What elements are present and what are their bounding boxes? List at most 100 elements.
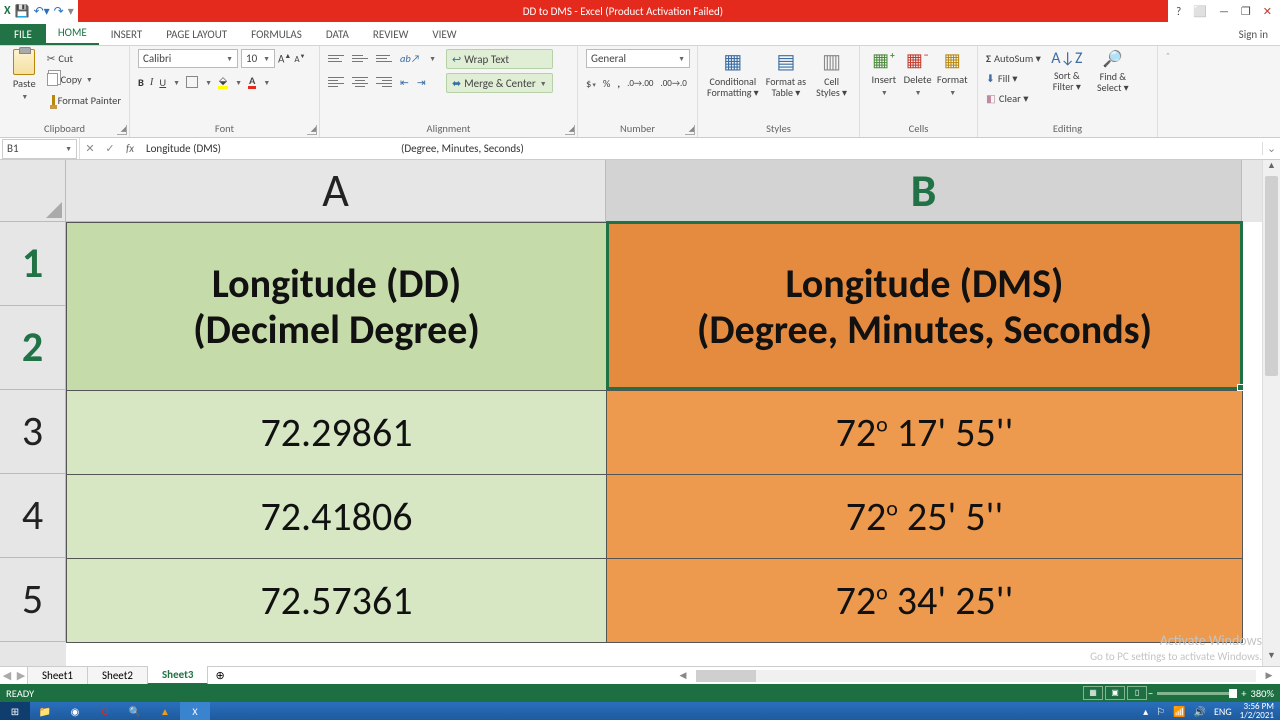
zoom-control[interactable]: − + 380% [1148, 687, 1274, 700]
sort-filter-button[interactable]: A↓ZSort & Filter ▾ [1047, 49, 1087, 92]
insert-cells-button[interactable]: ▦⁺Insert▼ [868, 49, 900, 97]
delete-cells-button[interactable]: ▦⁻Delete▼ [902, 49, 934, 97]
row-header-1[interactable]: 1 [0, 222, 66, 306]
hscroll-thumb[interactable] [696, 670, 756, 682]
name-box[interactable]: B1▼ [2, 139, 77, 159]
zoom-in-icon[interactable]: + [1241, 687, 1246, 700]
enter-formula-icon[interactable]: ✓ [100, 142, 120, 155]
merge-center-button[interactable]: ⬌Merge & Center▼ [446, 73, 553, 93]
select-all-button[interactable] [0, 160, 66, 222]
font-color-button[interactable]: A [248, 75, 256, 89]
taskbar-explorer[interactable]: 📁 [30, 702, 60, 720]
autosum-button[interactable]: ΣAutoSum ▾ [986, 49, 1041, 67]
cell-a1[interactable]: Longitude (DD)(Decimel Degree) [67, 223, 607, 391]
tab-formulas[interactable]: FORMULAS [239, 24, 314, 45]
dialog-launcher-icon[interactable]: ◢ [307, 125, 317, 135]
taskbar-vlc[interactable]: ▲ [150, 702, 180, 720]
start-button[interactable]: ⊞ [0, 702, 30, 720]
align-top-icon[interactable] [328, 51, 344, 65]
accounting-format-icon[interactable]: $▾ [586, 77, 596, 90]
tab-insert[interactable]: INSERT [99, 24, 155, 45]
row-header-3[interactable]: 3 [0, 390, 66, 474]
increase-font-icon[interactable]: A▲ [278, 51, 291, 66]
dialog-launcher-icon[interactable]: ◢ [117, 125, 127, 135]
underline-button[interactable]: U [159, 76, 166, 89]
row-header-4[interactable]: 4 [0, 474, 66, 558]
close-icon[interactable]: ✕ [1263, 5, 1272, 18]
percent-format-icon[interactable]: % [603, 77, 611, 90]
tab-data[interactable]: DATA [314, 24, 361, 45]
conditional-formatting-button[interactable]: ▦ Conditional Formatting ▾ [706, 49, 760, 98]
vertical-scrollbar[interactable]: ▲ ▼ [1262, 160, 1280, 666]
italic-button[interactable]: I [150, 77, 154, 88]
hscroll-left-icon[interactable]: ◀ [676, 670, 690, 681]
tray-network-icon[interactable]: 📶 [1173, 705, 1185, 718]
scroll-up-icon[interactable]: ▲ [1263, 160, 1280, 176]
cells-area[interactable]: Longitude (DD)(Decimel Degree) Longitude… [66, 222, 1262, 666]
format-as-table-button[interactable]: ▤ Format as Table ▾ [764, 49, 808, 98]
tab-file[interactable]: FILE [0, 24, 46, 45]
tray-lang[interactable]: ENG [1214, 705, 1232, 718]
row-header-2[interactable]: 2 [0, 306, 66, 390]
cut-button[interactable]: ✂Cut [47, 49, 121, 67]
font-family-select[interactable]: Calibri▼ [138, 49, 238, 68]
sheet-nav-next-icon[interactable]: ▶ [14, 669, 28, 682]
undo-icon[interactable]: ↶▾ [34, 4, 50, 19]
tab-home[interactable]: HOME [46, 22, 99, 45]
tab-review[interactable]: REVIEW [361, 24, 421, 45]
taskbar-opera[interactable]: O [90, 702, 120, 720]
cell-b1[interactable]: Longitude (DMS)(Degree, Minutes, Seconds… [607, 223, 1243, 391]
cancel-formula-icon[interactable]: ✕ [80, 142, 100, 155]
minimize-icon[interactable]: — [1219, 5, 1229, 18]
tray-up-icon[interactable]: ▴ [1143, 705, 1148, 718]
formula-input[interactable]: Longitude (DMS)(Degree, Minutes, Seconds… [140, 142, 1262, 155]
copy-button[interactable]: Copy▼ [47, 70, 121, 88]
cell-a4[interactable]: 72.41806 [67, 475, 607, 559]
expand-formula-bar-icon[interactable]: ⌄ [1262, 142, 1280, 155]
zoom-out-icon[interactable]: − [1148, 687, 1153, 700]
border-button[interactable] [186, 76, 198, 88]
zoom-slider[interactable] [1157, 692, 1237, 695]
help-icon[interactable]: ? [1176, 5, 1181, 18]
paste-button[interactable]: Paste ▼ [8, 49, 41, 101]
redo-icon[interactable]: ↷ [54, 4, 64, 19]
fill-button[interactable]: ⬇Fill ▾ [986, 69, 1041, 87]
tab-page-layout[interactable]: PAGE LAYOUT [154, 24, 239, 45]
tray-volume-icon[interactable]: 🔊 [1194, 705, 1206, 718]
decrease-decimal-icon[interactable]: .00→.0 [660, 78, 686, 89]
increase-decimal-icon[interactable]: .0→.00 [627, 78, 653, 89]
find-select-button[interactable]: 🔎Find & Select ▾ [1093, 49, 1133, 93]
sheet-tab-3[interactable]: Sheet3 [147, 666, 209, 685]
qat-customize-icon[interactable]: ▾ [68, 4, 74, 19]
col-header-a[interactable]: A [66, 160, 606, 222]
taskbar-excel[interactable]: X [180, 702, 210, 720]
sheet-nav-prev-icon[interactable]: ◀ [0, 669, 14, 682]
hscroll-right-icon[interactable]: ▶ [1262, 670, 1276, 681]
col-header-b[interactable]: B [606, 160, 1242, 222]
fill-color-button[interactable]: ⬙ [218, 75, 228, 89]
cell-b5[interactable]: 72o 34' 25'' [607, 559, 1243, 643]
align-middle-icon[interactable] [352, 51, 368, 65]
comma-format-icon[interactable]: , [617, 77, 620, 90]
clear-button[interactable]: ◧Clear ▾ [986, 89, 1041, 107]
taskbar-chrome[interactable]: ◉ [60, 702, 90, 720]
cell-b3[interactable]: 72o 17' 55'' [607, 391, 1243, 475]
dialog-launcher-icon[interactable]: ◢ [565, 125, 575, 135]
sign-in-link[interactable]: Sign in [1227, 24, 1280, 45]
taskbar-search[interactable]: 🔍 [120, 702, 150, 720]
align-right-icon[interactable] [376, 75, 392, 89]
page-break-view-icon[interactable]: ▯ [1127, 686, 1147, 700]
tab-view[interactable]: VIEW [420, 24, 468, 45]
number-format-select[interactable]: General▼ [586, 49, 690, 68]
increase-indent-icon[interactable]: ⇥ [417, 76, 426, 89]
sheet-tab-2[interactable]: Sheet2 [87, 667, 148, 685]
sheet-tab-1[interactable]: Sheet1 [27, 667, 88, 685]
decrease-indent-icon[interactable]: ⇤ [400, 76, 409, 89]
orientation-icon[interactable]: ab↗ [400, 52, 420, 65]
collapse-ribbon-icon[interactable]: ˆ [1158, 46, 1178, 137]
cell-a5[interactable]: 72.57361 [67, 559, 607, 643]
tray-clock[interactable]: 3:56 PM1/2/2021 [1240, 702, 1274, 720]
tray-flag-icon[interactable]: ⚐ [1156, 705, 1165, 718]
horizontal-scrollbar[interactable]: ◀ ▶ [233, 670, 1280, 682]
scroll-down-icon[interactable]: ▼ [1263, 650, 1280, 666]
